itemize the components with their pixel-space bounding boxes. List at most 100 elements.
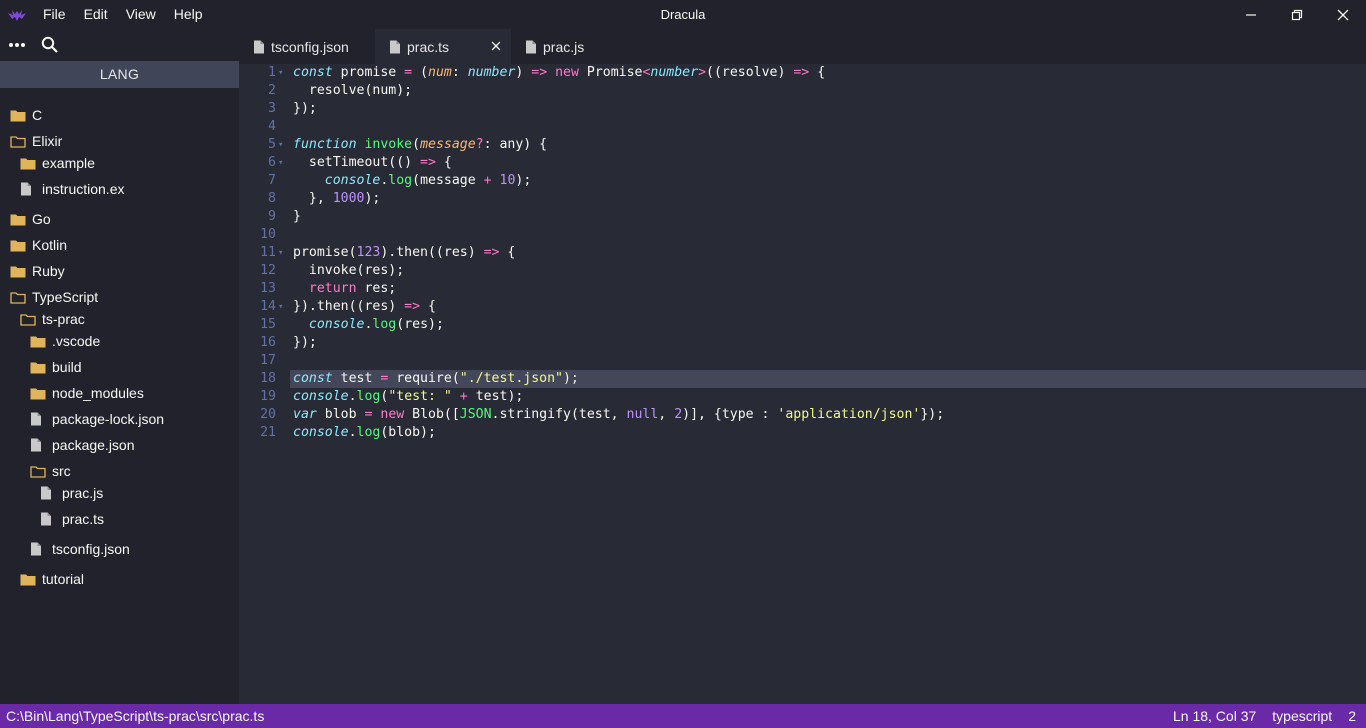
search-button[interactable] bbox=[39, 34, 61, 56]
code-line[interactable]: 15 console.log(res); bbox=[239, 316, 1366, 334]
status-file-path: C:\Bin\Lang\TypeScript\ts-prac\src\prac.… bbox=[6, 708, 265, 724]
tab-prac-js[interactable]: prac.js bbox=[511, 29, 601, 64]
line-number: 8 bbox=[268, 191, 276, 206]
folder-icon bbox=[10, 264, 26, 278]
tree-folder[interactable]: TypeScript bbox=[10, 286, 98, 308]
code-token: log bbox=[356, 425, 381, 440]
status-indent[interactable]: 2 bbox=[1348, 704, 1356, 728]
title-bar: File Edit View Help Dracula bbox=[0, 0, 1366, 29]
tree-folder[interactable]: ts-prac bbox=[20, 308, 85, 330]
code-line-current[interactable]: 18 const test = require("./test.json"); bbox=[260, 370, 1366, 388]
minimize-button[interactable] bbox=[1228, 0, 1274, 29]
menu-view[interactable]: View bbox=[117, 0, 165, 29]
code-token: log bbox=[356, 389, 381, 404]
line-number: 12 bbox=[260, 263, 276, 278]
fold-chevron-icon[interactable]: ▾ bbox=[278, 64, 290, 82]
code-line[interactable]: 9} bbox=[239, 208, 1366, 226]
tree-file[interactable]: package.json bbox=[30, 434, 135, 456]
code-token: }); bbox=[293, 101, 317, 116]
code-line[interactable]: 16}); bbox=[239, 334, 1366, 352]
tree-folder[interactable]: tutorial bbox=[20, 568, 84, 590]
close-window-button[interactable] bbox=[1320, 0, 1366, 29]
sidebar: LANG C Elixir example instruction.ex Go Kotli… bbox=[0, 29, 239, 704]
code-token: Blob([ bbox=[404, 407, 460, 422]
code-token: blob bbox=[316, 407, 365, 422]
code-line[interactable]: 6 ▾ setTimeout(() => { bbox=[239, 154, 1366, 172]
status-language[interactable]: typescript bbox=[1272, 704, 1332, 728]
tab-prac-ts[interactable]: prac.ts bbox=[375, 29, 511, 64]
code-line[interactable]: 12 invoke(res); bbox=[239, 262, 1366, 280]
code-token: ); bbox=[364, 191, 381, 206]
code-text: var blob = new Blob([JSON.stringify(test… bbox=[293, 406, 944, 424]
code-line[interactable]: 8 }, 1000); bbox=[239, 190, 1366, 208]
status-cursor-position[interactable]: Ln 18, Col 37 bbox=[1173, 704, 1256, 728]
code-token: (res); bbox=[396, 317, 444, 332]
tree-folder[interactable]: C bbox=[10, 104, 42, 126]
search-icon bbox=[41, 36, 58, 53]
line-number: 19 bbox=[260, 389, 276, 404]
restore-button[interactable] bbox=[1274, 0, 1320, 29]
code-token: num bbox=[428, 65, 452, 80]
code-line[interactable]: 3}); bbox=[239, 100, 1366, 118]
more-button[interactable] bbox=[6, 34, 28, 56]
code-line[interactable]: 7 console.log(message + 10); bbox=[239, 172, 1366, 190]
code-line[interactable]: 17 bbox=[239, 352, 1366, 370]
fold-chevron-icon[interactable]: ▾ bbox=[278, 298, 290, 316]
code-text: return res; bbox=[293, 280, 396, 298]
tree-folder[interactable]: .vscode bbox=[30, 330, 100, 352]
menu-file[interactable]: File bbox=[34, 0, 75, 29]
menu-help[interactable]: Help bbox=[165, 0, 212, 29]
tree-file[interactable]: prac.js bbox=[40, 482, 103, 504]
code-token: > bbox=[698, 65, 707, 80]
line-number: 5 bbox=[268, 137, 276, 152]
fold-chevron-icon[interactable]: ▾ bbox=[278, 154, 290, 172]
code-line[interactable]: 20 var blob = new Blob([JSON.stringify(te… bbox=[239, 406, 1366, 424]
code-token: res; bbox=[356, 281, 397, 296]
fold-chevron-icon[interactable]: ▾ bbox=[278, 136, 290, 154]
tree-file[interactable]: prac.ts bbox=[40, 508, 104, 530]
tree-file[interactable]: instruction.ex bbox=[20, 178, 124, 200]
tree-folder[interactable]: Kotlin bbox=[10, 234, 67, 256]
tree-folder[interactable]: src bbox=[30, 460, 71, 482]
tree-item-label: prac.ts bbox=[62, 511, 105, 527]
code-token: number bbox=[650, 65, 699, 80]
code-token: function bbox=[293, 137, 357, 152]
code-token: 123 bbox=[356, 245, 381, 260]
tree-file[interactable]: package-lock.json bbox=[30, 408, 164, 430]
tree-file[interactable]: tsconfig.json bbox=[30, 538, 130, 560]
line-number: 7 bbox=[268, 173, 276, 188]
fold-chevron-icon[interactable]: ▾ bbox=[278, 244, 290, 262]
menu-edit[interactable]: Edit bbox=[75, 0, 117, 29]
tree-folder[interactable]: Ruby bbox=[10, 260, 65, 282]
code-line[interactable]: 11 ▾ promise(123).then((res) => { bbox=[239, 244, 1366, 262]
code-token: test bbox=[332, 371, 381, 386]
code-line[interactable]: 4 bbox=[239, 118, 1366, 136]
code-line[interactable]: 5 ▾ function invoke(message?: any) { bbox=[239, 136, 1366, 154]
code-line[interactable]: 14 ▾}).then((res) => { bbox=[239, 298, 1366, 316]
code-line[interactable]: 2 resolve(num); bbox=[239, 82, 1366, 100]
close-icon bbox=[1337, 9, 1349, 20]
tree-folder[interactable]: node_modules bbox=[30, 382, 144, 404]
code-editor[interactable]: 1 ▾ const promise = (num: number) => new P… bbox=[239, 64, 1366, 704]
tree-item-label: .vscode bbox=[52, 333, 101, 349]
code-line[interactable]: 19 console.log("test: " + test); bbox=[239, 388, 1366, 406]
code-token: promise bbox=[332, 65, 405, 80]
explorer-root-header[interactable]: LANG bbox=[0, 61, 239, 88]
tree-folder[interactable]: build bbox=[30, 356, 82, 378]
dracula-logo-icon bbox=[0, 0, 34, 29]
tree-item-label: Kotlin bbox=[32, 237, 68, 253]
code-line[interactable]: 21 console.log(blob); bbox=[239, 424, 1366, 442]
code-line[interactable]: 10 bbox=[239, 226, 1366, 244]
code-token: + bbox=[483, 173, 492, 188]
tab-tsconfig-json[interactable]: tsconfig.json bbox=[239, 29, 375, 64]
tree-item-label: TypeScript bbox=[32, 289, 99, 305]
code-line[interactable]: 13 return res; bbox=[239, 280, 1366, 298]
tree-folder[interactable]: example bbox=[20, 152, 95, 174]
close-tab-icon[interactable] bbox=[489, 39, 503, 53]
tree-folder[interactable]: Elixir bbox=[10, 130, 62, 152]
tree-folder[interactable]: Go bbox=[10, 208, 51, 230]
code-line[interactable]: 1 ▾ const promise = (num: number) => new P… bbox=[239, 64, 1366, 82]
